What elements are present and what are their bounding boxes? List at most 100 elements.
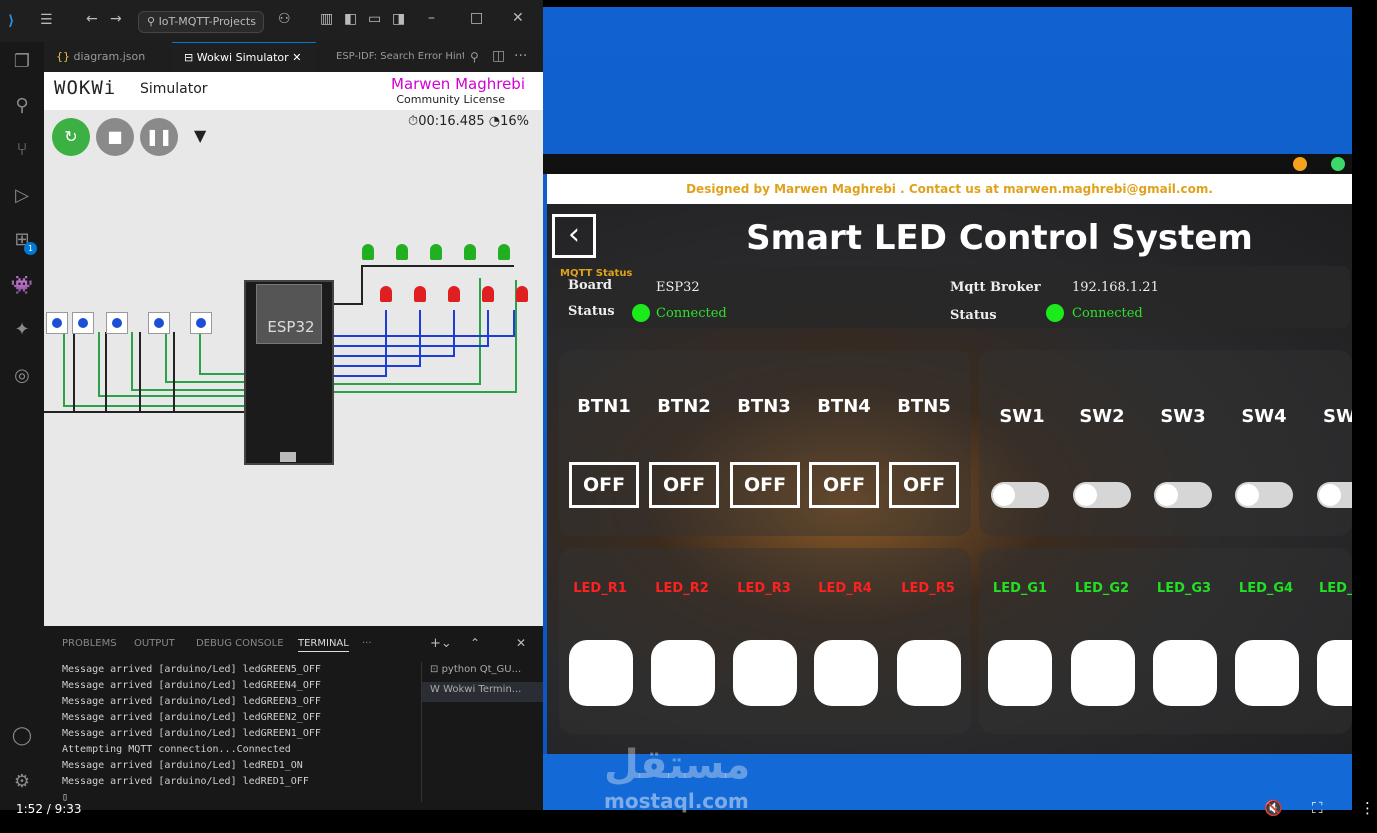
alien-extension-icon[interactable]: 👾 [10,274,34,298]
push-button[interactable] [190,312,212,334]
push-button[interactable] [72,312,94,334]
led-g5-label: LED_ [1319,581,1352,596]
led-r5-indicator [897,640,961,706]
back-arrow-icon[interactable]: ← [86,11,98,27]
tab-problems[interactable]: PROBLEMS [62,638,117,649]
title-bar: ⟩ ☰ ← → ⚲ IoT-MQTT-Projects ⚇ ▥ ◧ ▭ ◨ – … [0,0,543,42]
terminal-session-python[interactable]: ⊡ python Qt_GU... [422,662,543,682]
btn5-toggle-button[interactable]: OFF [889,462,959,508]
sw5-toggle[interactable] [1317,482,1352,508]
minimize-dot-icon[interactable] [1293,157,1307,171]
watermark-arabic: مستقل [604,742,751,788]
tab-label: ESP-IDF: Search Error Hint [336,51,464,62]
sw3-label: SW3 [1160,406,1206,427]
minimize-icon[interactable]: – [428,10,435,26]
split-editor-icon[interactable]: ◫ [492,48,505,64]
video-player-controls: 1:52 / 9:33 🔇 ⛶ ⋮ [0,797,1377,833]
btn4-toggle-button[interactable]: OFF [809,462,879,508]
sw4-toggle[interactable] [1235,482,1293,508]
run-debug-icon[interactable]: ▷ [10,184,34,208]
search-icon[interactable]: ⚲ [10,94,34,118]
tab-diagram-json[interactable]: {} diagram.json [44,42,168,72]
esp32-board[interactable]: ESP32 [244,280,334,465]
json-icon: {} [56,50,74,63]
led-g5-indicator [1317,640,1352,706]
btn3-toggle-button[interactable]: OFF [730,462,800,508]
source-control-icon[interactable]: ⑂ [10,138,34,162]
switches-group [979,350,1352,536]
explorer-icon[interactable]: ❐ [10,50,34,74]
editor-tabs: {} diagram.json ⊟ Wokwi Simulator ✕ ESP-… [44,42,543,72]
usb-port [280,452,296,462]
led-r2-label: LED_R2 [655,581,709,596]
close-window-icon[interactable]: ✕ [512,10,524,26]
btn4-label: BTN4 [817,396,871,417]
fullscreen-icon[interactable]: ⛶ [1312,799,1323,817]
terminal-icon: ⊡ [430,664,442,675]
compare-icon[interactable]: ⚲ [470,50,479,64]
license-type: Community License [396,93,505,106]
led-r3-indicator [733,640,797,706]
mqtt-status-panel: MQTT Status Board ESP32 Status Connected… [550,266,1350,328]
green-led [396,244,408,260]
push-button[interactable] [106,312,128,334]
account-icon[interactable]: ◯ [10,724,34,748]
app-window-bar [543,154,1352,174]
green-led [430,244,442,260]
green-led [498,244,510,260]
toggle-sidebar-icon[interactable]: ◧ [344,11,357,27]
tab-esp-idf-hint[interactable]: ESP-IDF: Search Error Hint [324,42,464,72]
menu-icon[interactable]: ☰ [40,12,53,28]
toggle-panel-icon[interactable]: ▭ [368,11,381,27]
more-actions-icon[interactable]: ··· [514,48,527,64]
maximize-icon[interactable]: □ [470,10,483,26]
forward-arrow-icon[interactable]: → [110,11,122,27]
tab-debug-console[interactable]: DEBUG CONSOLE [196,638,284,649]
sw2-toggle[interactable] [1073,482,1131,508]
tab-label: diagram.json [73,50,146,63]
terminal-line: Message arrived [arduino/Led] ledGREEN4_… [62,680,321,691]
btn2-toggle-button[interactable]: OFF [649,462,719,508]
tab-output[interactable]: OUTPUT [134,638,175,649]
sw1-toggle[interactable] [991,482,1049,508]
close-panel-icon[interactable]: ✕ [516,636,526,650]
red-led [516,286,528,302]
terminal-line: Message arrived [arduino/Led] ledGREEN5_… [62,664,321,675]
wokwi-canvas[interactable]: ↻ ■ ❚❚ ▼ ⏱00:16.485 ◔16% ESP32 [44,110,543,626]
esp32-label: ESP32 [267,318,315,336]
led-g3-indicator [1153,640,1217,706]
mute-icon[interactable]: 🔇 [1264,799,1283,817]
maximize-dot-icon[interactable] [1331,157,1345,171]
designed-by-banner: Designed by Marwen Maghrebi . Contact us… [547,174,1352,204]
push-button[interactable] [46,312,68,334]
bottom-panel: PROBLEMS OUTPUT DEBUG CONSOLE TERMINAL ·… [44,626,543,810]
new-terminal-icon[interactable]: +⌄ [430,636,452,651]
activity-bar: ❐ ⚲ ⑂ ▷ ⊞ 1 👾 ✦ ◎ ◯ ⚙ [0,42,44,810]
terminal-session-wokwi[interactable]: W Wokwi Termin... [422,682,543,702]
toggle-secondary-sidebar-icon[interactable]: ◨ [392,11,405,27]
settings-gear-icon[interactable]: ⚙ [10,770,34,794]
push-button[interactable] [148,312,170,334]
broker-status-indicator [1046,304,1064,322]
video-time: 1:52 / 9:33 [16,802,82,816]
led-g4-label: LED_G4 [1238,581,1294,596]
btn1-toggle-button[interactable]: OFF [569,462,639,508]
tab-terminal[interactable]: TERMINAL [298,638,349,652]
copilot-icon[interactable]: ⚇ [278,11,291,27]
btn1-label: BTN1 [577,396,631,417]
close-tab-icon[interactable]: ✕ [292,51,301,64]
panel-more-icon[interactable]: ··· [362,638,372,649]
tab-wokwi-simulator[interactable]: ⊟ Wokwi Simulator ✕ [172,42,316,72]
command-center[interactable]: ⚲ IoT-MQTT-Projects [138,11,264,33]
esp-idf-icon[interactable]: ✦ [10,318,34,342]
chevron-up-icon[interactable]: ⌃ [470,636,480,650]
terminal-output[interactable]: Message arrived [arduino/Led] ledGREEN5_… [62,662,321,806]
command-center-label: IoT-MQTT-Projects [158,15,256,28]
blue-wires [334,310,515,377]
fingerprint-icon[interactable]: ◎ [10,364,34,388]
sw2-label: SW2 [1079,406,1125,427]
more-options-icon[interactable]: ⋮ [1360,799,1375,817]
layout-customize-icon[interactable]: ▥ [320,11,333,27]
sw3-toggle[interactable] [1154,482,1212,508]
vscode-logo-icon: ⟩ [8,13,15,29]
